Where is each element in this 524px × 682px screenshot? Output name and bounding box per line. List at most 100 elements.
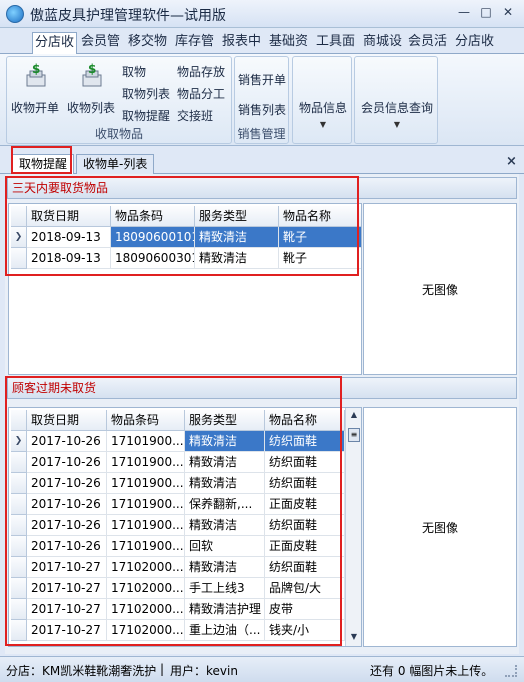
svg-text:$: $ [32,63,40,76]
table-row[interactable]: 2017-10-27 17102000... 精致清洁护理 皮带 [9,599,345,620]
col-pickup-date[interactable]: 取货日期 [27,206,111,227]
item-info-label: 物品信息 [298,101,347,115]
col-service-type[interactable]: 服务类型 [185,410,265,431]
cell-item: 纺织面鞋 [265,557,345,578]
cell-item: 钱夹/小 [265,620,345,641]
group-receive-items: $ 收物开单 $ 收物列表 取物 取物列表 取物提醒 物品存放 物品分工 交接班… [6,56,232,144]
col-item-name[interactable]: 物品名称 [265,410,345,431]
cell-date: 2017-10-27 [27,578,107,599]
item-assign-button[interactable]: 物品分工 [177,85,225,102]
scroll-thumb[interactable]: ≡ [348,428,360,442]
table-row[interactable]: 2017-10-27 17102000... 精致清洁 纺织面鞋 [9,557,345,578]
col-service-type[interactable]: 服务类型 [195,206,279,227]
status-store: 分店：KM凯米鞋靴潮奢洗护 [6,664,157,678]
take-remind-button[interactable]: 取物提醒 [122,107,170,124]
group-label-receive: 收取物品 [94,127,143,141]
table-row[interactable]: 2017-10-27 17102000... 手工上线3 品牌包/大 [9,578,345,599]
row-header [11,578,27,599]
table-row[interactable]: ❯ 2017-10-26 17101900... 精致清洁 纺织面鞋 [9,431,345,452]
group-label-sales: 销售管理 [237,127,286,141]
cell-service: 手工上线3 [185,578,265,599]
resize-grip-icon[interactable] [505,665,517,677]
status-user: 用户：kevin [170,664,238,678]
handover-button[interactable]: 交接班 [177,107,213,124]
member-query-dropdown[interactable]: 会员信息查询 ▼ [358,99,436,130]
cell-barcode: 17102000... [107,578,185,599]
cell-date: 2017-10-26 [27,431,107,452]
grid-header: 取货日期 物品条码 服务类型 物品名称 [9,206,361,227]
chevron-down-icon: ▼ [393,120,401,129]
image-preview-2: 无图像 [363,407,517,647]
scroll-up-icon[interactable]: ▲ [348,410,360,422]
row-header [11,494,27,515]
row-header [11,473,27,494]
cell-date: 2017-10-26 [27,494,107,515]
tab-member-activity[interactable]: 会员活 [406,32,449,54]
tab-reports[interactable]: 报表中 [220,32,263,54]
scroll-down-icon[interactable]: ▼ [348,632,360,644]
sales-list-button[interactable]: 销售列表 [238,101,286,118]
sales-open-button[interactable]: 销售开单 [238,71,286,88]
tab-transfer[interactable]: 移交物 [126,32,169,54]
col-barcode[interactable]: 物品条码 [111,206,195,227]
tab-tools[interactable]: 工具面 [314,32,357,54]
cell-date: 2018-09-13 [27,248,111,269]
app-logo-icon [6,5,24,23]
table-row[interactable]: 2017-10-26 17101900... 精致清洁 纺织面鞋 [9,452,345,473]
cell-barcode: 18090600101 [111,227,195,248]
cell-item: 靴子 [279,227,361,248]
cell-item: 皮带 [265,599,345,620]
item-info-dropdown[interactable]: 物品信息 ▼ [298,99,348,130]
table-row[interactable]: 2018-09-13 18090600301 精致清洁 靴子 [9,248,361,269]
vertical-scrollbar[interactable]: ≡ ▲ ▼ [345,408,361,646]
tab-store-receive[interactable]: 分店收 [32,32,78,55]
maximize-button[interactable]: □ [478,5,494,21]
panel-due-soon-header: 三天内要取货物品 [7,177,517,199]
cell-service: 回软 [185,536,265,557]
receive-open-button[interactable]: $ 收物开单 [11,63,63,119]
subtab-take-remind[interactable]: 取物提醒 [12,154,75,174]
tab-inventory[interactable]: 库存管 [173,32,216,54]
subtab-receive-list[interactable]: 收物单-列表 [76,154,155,174]
row-header [11,536,27,557]
table-row[interactable]: 2017-10-26 17101900... 精致清洁 纺织面鞋 [9,473,345,494]
col-item-name[interactable]: 物品名称 [279,206,361,227]
group-item-info: 物品信息 ▼ [292,56,352,144]
tab-base-data[interactable]: 基础资 [267,32,310,54]
cell-date: 2017-10-26 [27,452,107,473]
money-list-icon: $ [82,63,102,87]
item-storage-button[interactable]: 物品存放 [177,63,225,80]
take-button[interactable]: 取物 [122,63,146,80]
cell-date: 2018-09-13 [27,227,111,248]
sub-tab-bar: 取物提醒 收物单-列表 × [0,146,524,174]
cell-item: 靴子 [279,248,361,269]
cell-barcode: 17101900... [107,452,185,473]
row-header-corner [11,410,27,431]
row-indicator-icon: ❯ [11,431,27,452]
row-header [11,620,27,641]
table-row[interactable]: 2017-10-26 17101900... 精致清洁 纺织面鞋 [9,515,345,536]
table-row[interactable]: 2017-10-26 17101900... 保养翻新,... 正面皮鞋 [9,494,345,515]
row-header [11,557,27,578]
col-barcode[interactable]: 物品条码 [107,410,185,431]
table-row[interactable]: 2017-10-27 17102000... 重上边油（... 钱夹/小 [9,620,345,641]
table-row[interactable]: 2017-10-26 17101900... 回软 正面皮鞋 [9,536,345,557]
group-member-query: 会员信息查询 ▼ [354,56,438,144]
table-row[interactable]: ❯ 2018-09-13 18090600101 精致清洁 靴子 [9,227,361,248]
take-list-button[interactable]: 取物列表 [122,85,170,102]
close-panel-button[interactable]: × [506,154,517,169]
tab-member[interactable]: 会员管 [79,32,122,54]
cell-service: 保养翻新,... [185,494,265,515]
cell-date: 2017-10-27 [27,557,107,578]
tab-store-receive-2[interactable]: 分店收 [453,32,496,54]
close-window-button[interactable]: ✕ [500,5,516,21]
tab-mall-settings[interactable]: 商城设 [361,32,404,54]
minimize-button[interactable]: — [456,5,472,21]
cell-item: 正面皮鞋 [265,494,345,515]
row-header [11,515,27,536]
image-preview-1: 无图像 [363,203,517,375]
grid-header: 取货日期 物品条码 服务类型 物品名称 [9,410,349,431]
col-pickup-date[interactable]: 取货日期 [27,410,107,431]
receive-list-button[interactable]: $ 收物列表 [67,63,119,119]
cell-item: 纺织面鞋 [265,452,345,473]
